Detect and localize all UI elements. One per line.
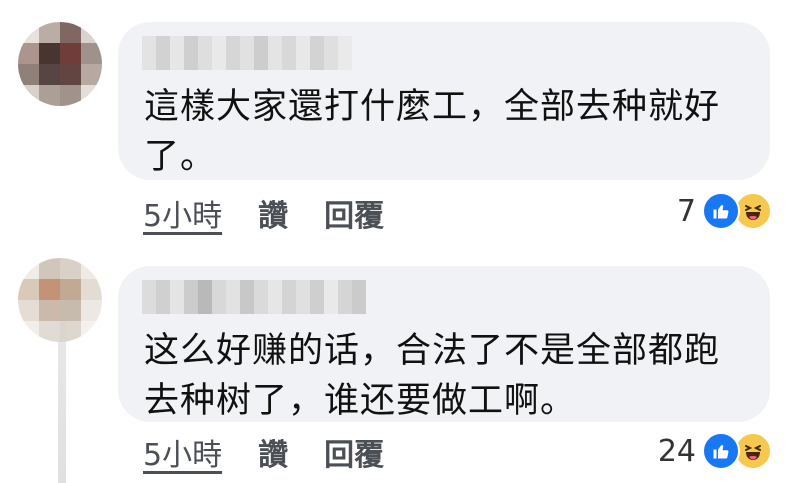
reaction-icons xyxy=(702,192,772,230)
reaction-count: 7 xyxy=(676,193,696,229)
reaction-count: 24 xyxy=(657,433,696,469)
comment-bubble: 這樣大家還打什麼工，全部去种就好了。 xyxy=(118,22,770,180)
comment-bubble: 这么好赚的话，合法了不是全部都跑去种树了，谁还要做工啊。 xyxy=(118,266,770,422)
avatar[interactable] xyxy=(18,258,102,342)
reactions-summary[interactable]: 7 xyxy=(677,190,772,232)
comment-text: 這樣大家還打什麼工，全部去种就好了。 xyxy=(144,87,721,177)
like-icon xyxy=(702,192,740,230)
thread-line xyxy=(58,318,66,483)
reply-button[interactable]: 回覆 xyxy=(324,430,384,474)
timestamp-link[interactable]: 5小時 xyxy=(143,430,222,474)
reply-button[interactable]: 回覆 xyxy=(324,191,384,235)
like-icon xyxy=(702,432,740,470)
reaction-icons xyxy=(702,432,772,470)
comment-actions: 5小時 讚 回覆 xyxy=(143,191,384,235)
commenter-name-blurred[interactable] xyxy=(142,280,366,314)
comment-actions: 5小時 讚 回覆 xyxy=(143,430,384,474)
avatar[interactable] xyxy=(18,22,102,106)
comment-text: 这么好赚的话，合法了不是全部都跑去种树了，谁还要做工啊。 xyxy=(144,331,721,421)
commenter-name-blurred[interactable] xyxy=(142,36,352,70)
like-button[interactable]: 讚 xyxy=(258,430,288,474)
reactions-summary[interactable]: 24 xyxy=(658,430,772,472)
like-button[interactable]: 讚 xyxy=(258,191,288,235)
timestamp-link[interactable]: 5小時 xyxy=(143,191,222,235)
